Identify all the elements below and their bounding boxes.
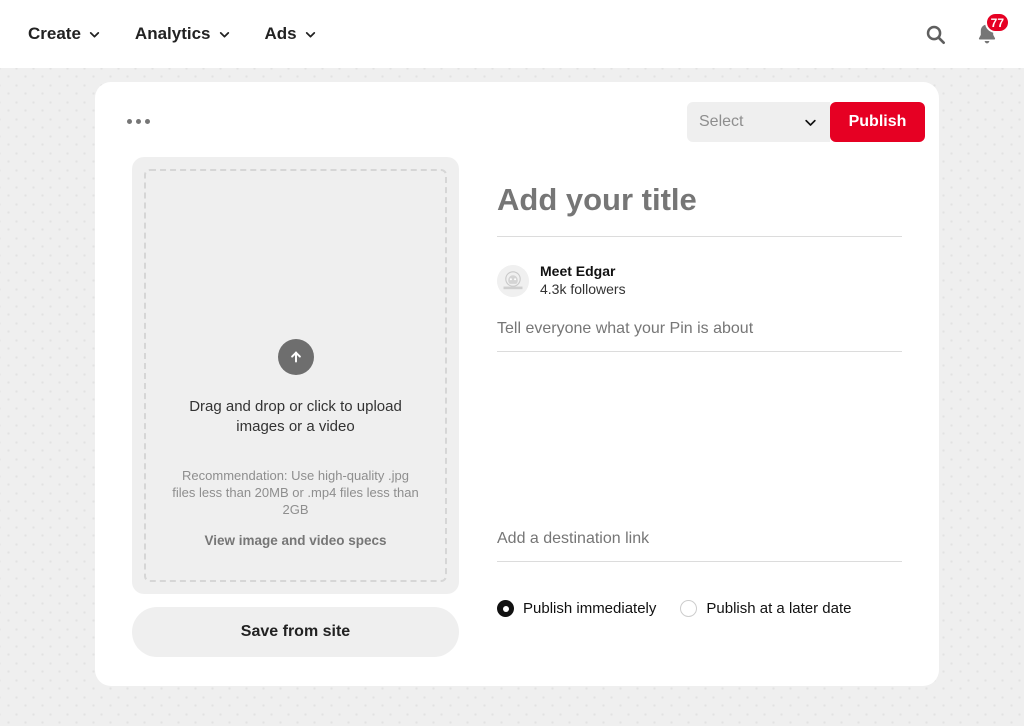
search-button[interactable] <box>920 19 950 49</box>
pin-description-input[interactable] <box>497 320 902 352</box>
media-drop-zone[interactable]: Drag and drop or click to upload images … <box>132 157 459 594</box>
pin-title-input[interactable] <box>497 182 902 237</box>
radio-selected-icon <box>497 600 514 617</box>
nav-actions: 77 <box>920 12 1024 49</box>
board-select-value: Select <box>699 113 744 130</box>
upload-arrow-icon <box>277 339 314 375</box>
nav-item-ads[interactable]: Ads <box>253 18 329 50</box>
chevron-down-icon <box>89 31 100 38</box>
radio-publish-immediately[interactable]: Publish immediately <box>497 600 656 617</box>
radio-publish-later[interactable]: Publish at a later date <box>680 600 851 617</box>
pin-details-column: Meet Edgar 4.3k followers Publish immedi… <box>497 182 902 617</box>
search-icon <box>926 25 945 44</box>
nav-item-analytics-label: Analytics <box>134 24 211 43</box>
nav-item-create[interactable]: Create <box>16 18 113 50</box>
upload-recommendation-text: Recommendation: Use high-quality .jpg fi… <box>172 468 419 517</box>
author-followers: 4.3k followers <box>540 281 626 297</box>
view-specs-link[interactable]: View image and video specs <box>146 533 445 548</box>
arrow-up-glyph <box>290 351 301 363</box>
avatar <box>497 264 529 297</box>
chevron-down-icon <box>305 31 315 38</box>
notification-badge: 77 <box>984 12 1010 33</box>
nav-item-analytics[interactable]: Analytics <box>123 18 243 50</box>
board-select[interactable]: Select <box>687 102 830 142</box>
primary-nav: Create Analytics Ads <box>0 18 329 50</box>
author-text-block: Meet Edgar 4.3k followers <box>540 263 626 298</box>
more-dot <box>145 118 150 124</box>
drop-zone-dashed-area: Drag and drop or click to upload images … <box>144 169 447 582</box>
top-navigation-bar: Create Analytics Ads 77 <box>0 0 1024 68</box>
media-upload-column: Drag and drop or click to upload images … <box>132 157 459 657</box>
notifications-button[interactable]: 77 <box>972 12 1010 49</box>
more-dot <box>136 118 141 124</box>
publish-button[interactable]: Publish <box>830 102 925 142</box>
nav-item-create-label: Create <box>28 24 81 43</box>
radio-publish-immediately-label: Publish immediately <box>523 600 657 617</box>
chevron-down-icon <box>805 119 816 126</box>
author-name: Meet Edgar <box>540 263 616 279</box>
publish-schedule-options: Publish immediately Publish at a later d… <box>497 600 902 617</box>
radio-publish-later-label: Publish at a later date <box>706 600 852 617</box>
more-dot <box>127 118 132 124</box>
author-row: Meet Edgar 4.3k followers <box>497 263 902 298</box>
radio-unselected-icon <box>680 600 698 617</box>
card-toolbar: Select Publish <box>95 82 939 152</box>
chevron-down-icon <box>219 31 229 38</box>
nav-item-ads-label: Ads <box>264 24 297 43</box>
drop-zone-instructions: Drag and drop or click to upload images … <box>189 398 402 435</box>
destination-link-input[interactable] <box>497 530 902 562</box>
save-from-site-button[interactable]: Save from site <box>132 607 459 657</box>
more-options-button[interactable] <box>127 109 161 133</box>
pin-builder-card: Select Publish Drag and drop or click to… <box>95 82 939 686</box>
